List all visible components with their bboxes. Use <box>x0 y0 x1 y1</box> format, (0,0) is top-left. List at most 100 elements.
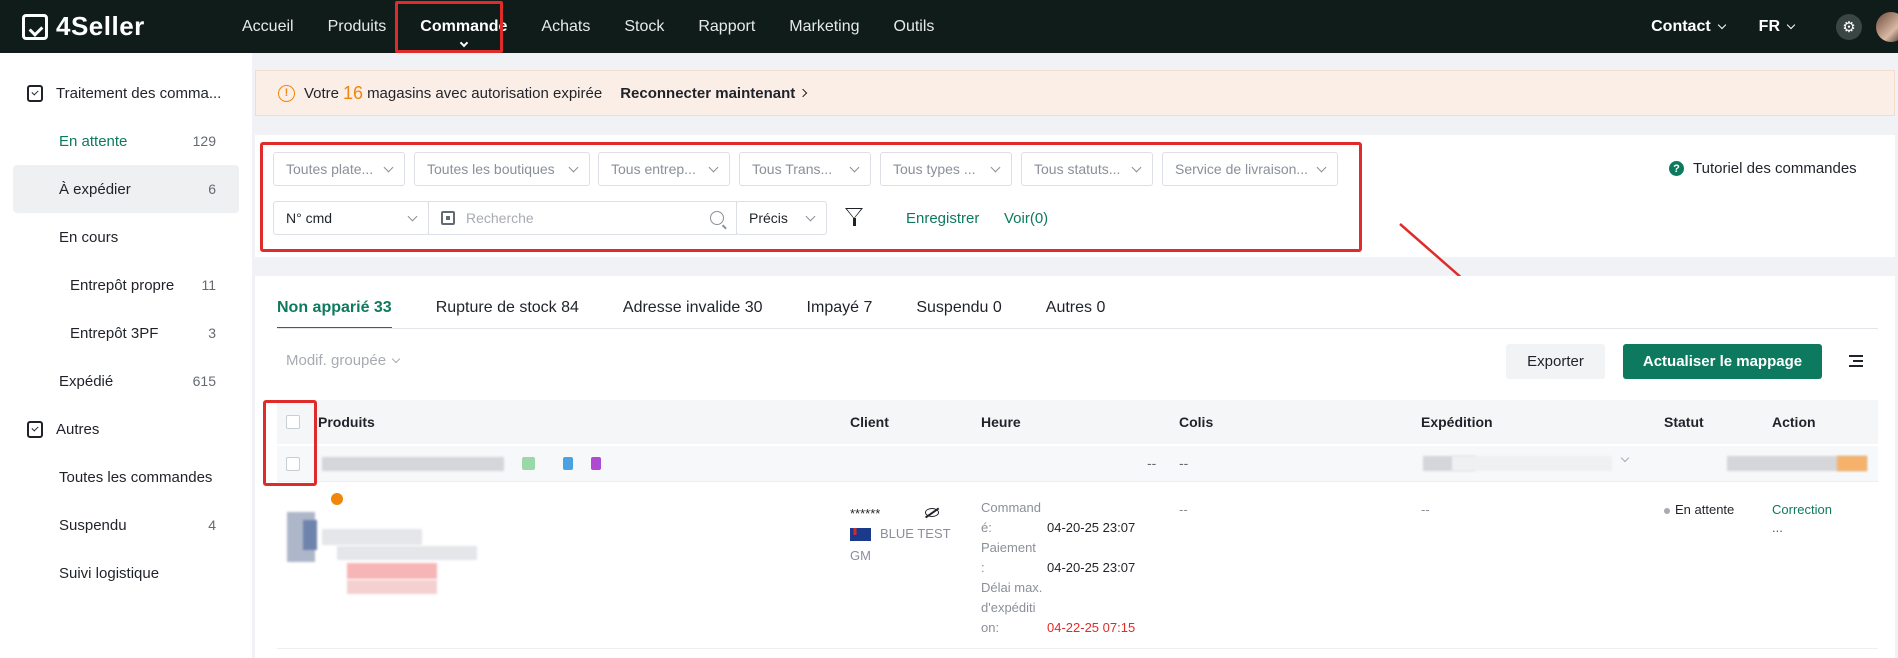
sidebar-item-count: 4 <box>208 517 216 533</box>
sidebar-item-a-expedier[interactable]: À expédier 6 <box>13 165 239 213</box>
language-menu[interactable]: FR <box>1758 17 1796 36</box>
status-text: En attente <box>1675 502 1735 517</box>
logo[interactable]: 4Seller <box>22 11 222 42</box>
sidebar-item-entrepot-3pf[interactable]: Entrepôt 3PF 3 <box>13 309 239 357</box>
header-client: Client <box>850 414 889 430</box>
order-tutorial-link[interactable]: ? Tutoriel des commandes <box>1669 160 1857 177</box>
time-label-payment: Paiement : <box>981 540 1036 575</box>
clipboard-check-icon <box>27 420 43 438</box>
time-label-ordered: Command é: <box>981 500 1041 535</box>
header-action: Action <box>1772 414 1816 430</box>
more-actions-link[interactable]: ... <box>1772 518 1783 538</box>
sidebar-item-en-cours[interactable]: En cours <box>13 213 239 261</box>
authorization-alert: ! Votre 16 magasins avec autorisation ex… <box>255 70 1895 116</box>
nav-marketing[interactable]: Marketing <box>772 0 876 53</box>
sidebar-item-label: À expédier <box>59 180 131 198</box>
contact-menu[interactable]: Contact <box>1651 18 1726 36</box>
bulk-edit-label: Modif. groupée <box>286 352 387 369</box>
sidebar-item-count: 6 <box>208 181 216 197</box>
sidebar-group-autres[interactable]: Autres <box>0 405 252 453</box>
sidebar-item-entrepot-propre[interactable]: Entrepôt propre 11 <box>13 261 239 309</box>
nav-achats[interactable]: Achats <box>524 0 607 53</box>
sidebar-item-label: Expédié <box>59 372 114 390</box>
export-button[interactable]: Exporter <box>1506 344 1605 379</box>
sidebar-item-label: Toutes les commandes <box>59 468 213 486</box>
sidebar-group-order-processing[interactable]: Traitement des comma... <box>0 69 252 117</box>
client-suffix: GM <box>850 548 871 563</box>
sidebar-group-label: Traitement des comma... <box>56 84 222 102</box>
tag-green-icon <box>522 457 535 470</box>
time-value-ordered: 04-20-25 23:07 <box>1047 520 1136 535</box>
australia-flag-icon <box>850 528 871 542</box>
time-label-ship-deadline: Délai max. d'expéditi on: <box>981 580 1043 635</box>
tab-non-apparie[interactable]: Non apparié 33 <box>277 288 392 329</box>
tab-rupture-stock[interactable]: Rupture de stock 84 <box>436 288 579 328</box>
sidebar-item-expedie[interactable]: Expédié 615 <box>13 357 239 405</box>
client-name: BLUE TEST <box>850 524 951 544</box>
chevron-right-icon <box>799 88 808 98</box>
redacted-product-tag <box>347 563 437 579</box>
header-statut: Statut <box>1664 414 1704 430</box>
sidebar-item-label: Entrepôt propre <box>70 276 175 294</box>
header-produits: Produits <box>318 414 375 430</box>
bulk-edit-dropdown[interactable]: Modif. groupée <box>286 352 401 369</box>
sidebar-item-label: Suivi logistique <box>59 564 160 582</box>
annotation-highlight-commande <box>395 1 503 53</box>
sidebar-item-label: En attente <box>59 132 128 150</box>
update-mapping-button[interactable]: Actualiser le mappage <box>1623 344 1822 379</box>
nav-rapport[interactable]: Rapport <box>681 0 772 53</box>
avatar[interactable] <box>1876 11 1898 42</box>
tab-suspendu[interactable]: Suspendu 0 <box>916 288 1001 328</box>
chevron-down-icon <box>1620 453 1630 463</box>
language-label: FR <box>1758 17 1780 35</box>
client-masked: ****** <box>850 506 881 521</box>
redacted-order-info <box>322 457 504 471</box>
client-name-text: BLUE TEST <box>880 526 951 541</box>
chevron-down-icon <box>1717 20 1726 29</box>
chevron-down-icon <box>391 354 401 363</box>
carrier-select-field[interactable] <box>1452 456 1612 471</box>
table-header: Produits Client Heure Colis Expédition S… <box>277 400 1878 444</box>
eye-off-icon[interactable] <box>925 508 939 517</box>
nav-stock[interactable]: Stock <box>607 0 681 53</box>
time-value-ship-deadline: 04-22-25 07:15 <box>1047 620 1136 635</box>
tab-autres[interactable]: Autres 0 <box>1046 288 1106 328</box>
sidebar-group-label: Autres <box>56 420 100 438</box>
tab-adresse-invalide[interactable]: Adresse invalide 30 <box>623 288 763 328</box>
table-row[interactable]: ****** BLUE TEST GM Command é: 04-20-25 … <box>277 484 1878 649</box>
tab-impaye[interactable]: Impayé 7 <box>807 288 873 328</box>
sidebar-item-toutes-commandes[interactable]: Toutes les commandes <box>13 453 239 501</box>
nav-accueil[interactable]: Accueil <box>225 0 311 53</box>
sidebar-item-suivi-logistique[interactable]: Suivi logistique <box>13 549 239 597</box>
alert-message: magasins avec autorisation expirée <box>367 84 603 102</box>
product-image-detail <box>303 520 317 550</box>
time-value-payment: 04-20-25 23:07 <box>1047 560 1136 575</box>
bookmark-icon <box>563 457 573 470</box>
logo-text: 4Seller <box>56 11 145 41</box>
redacted-product-tag <box>347 580 437 594</box>
column-settings-icon[interactable] <box>1849 355 1863 367</box>
header-expedition: Expédition <box>1421 414 1493 430</box>
order-status-tabs: Non apparié 33 Rupture de stock 84 Adres… <box>277 288 1149 329</box>
help-icon: ? <box>1669 161 1684 176</box>
sidebar-item-label: Suspendu <box>59 516 127 534</box>
alert-prefix: Votre <box>304 84 340 102</box>
sidebar-item-suspendu[interactable]: Suspendu 4 <box>13 501 239 549</box>
tabs-divider <box>277 328 1878 329</box>
warning-icon: ! <box>278 84 295 102</box>
chevron-down-icon <box>1786 20 1796 29</box>
reconnect-link[interactable]: Reconnecter maintenant <box>620 85 808 102</box>
order-group-row: -- -- <box>277 446 1878 482</box>
sidebar-item-count: 129 <box>192 133 216 149</box>
sidebar-item-count: 11 <box>201 277 216 293</box>
group-dash: -- <box>1147 455 1157 471</box>
sidebar-item-en-attente[interactable]: En attente 129 <box>13 117 239 165</box>
nav-outils[interactable]: Outils <box>877 0 952 53</box>
settings-gear-icon[interactable]: ⚙ <box>1836 13 1862 40</box>
correction-link[interactable]: Correction <box>1772 500 1832 520</box>
nav-produits[interactable]: Produits <box>311 0 404 53</box>
sidebar-item-label: En cours <box>59 228 119 246</box>
status-dot-icon <box>1664 507 1670 514</box>
annotation-highlight-filters <box>260 142 1362 252</box>
redacted-badge <box>1837 456 1867 471</box>
